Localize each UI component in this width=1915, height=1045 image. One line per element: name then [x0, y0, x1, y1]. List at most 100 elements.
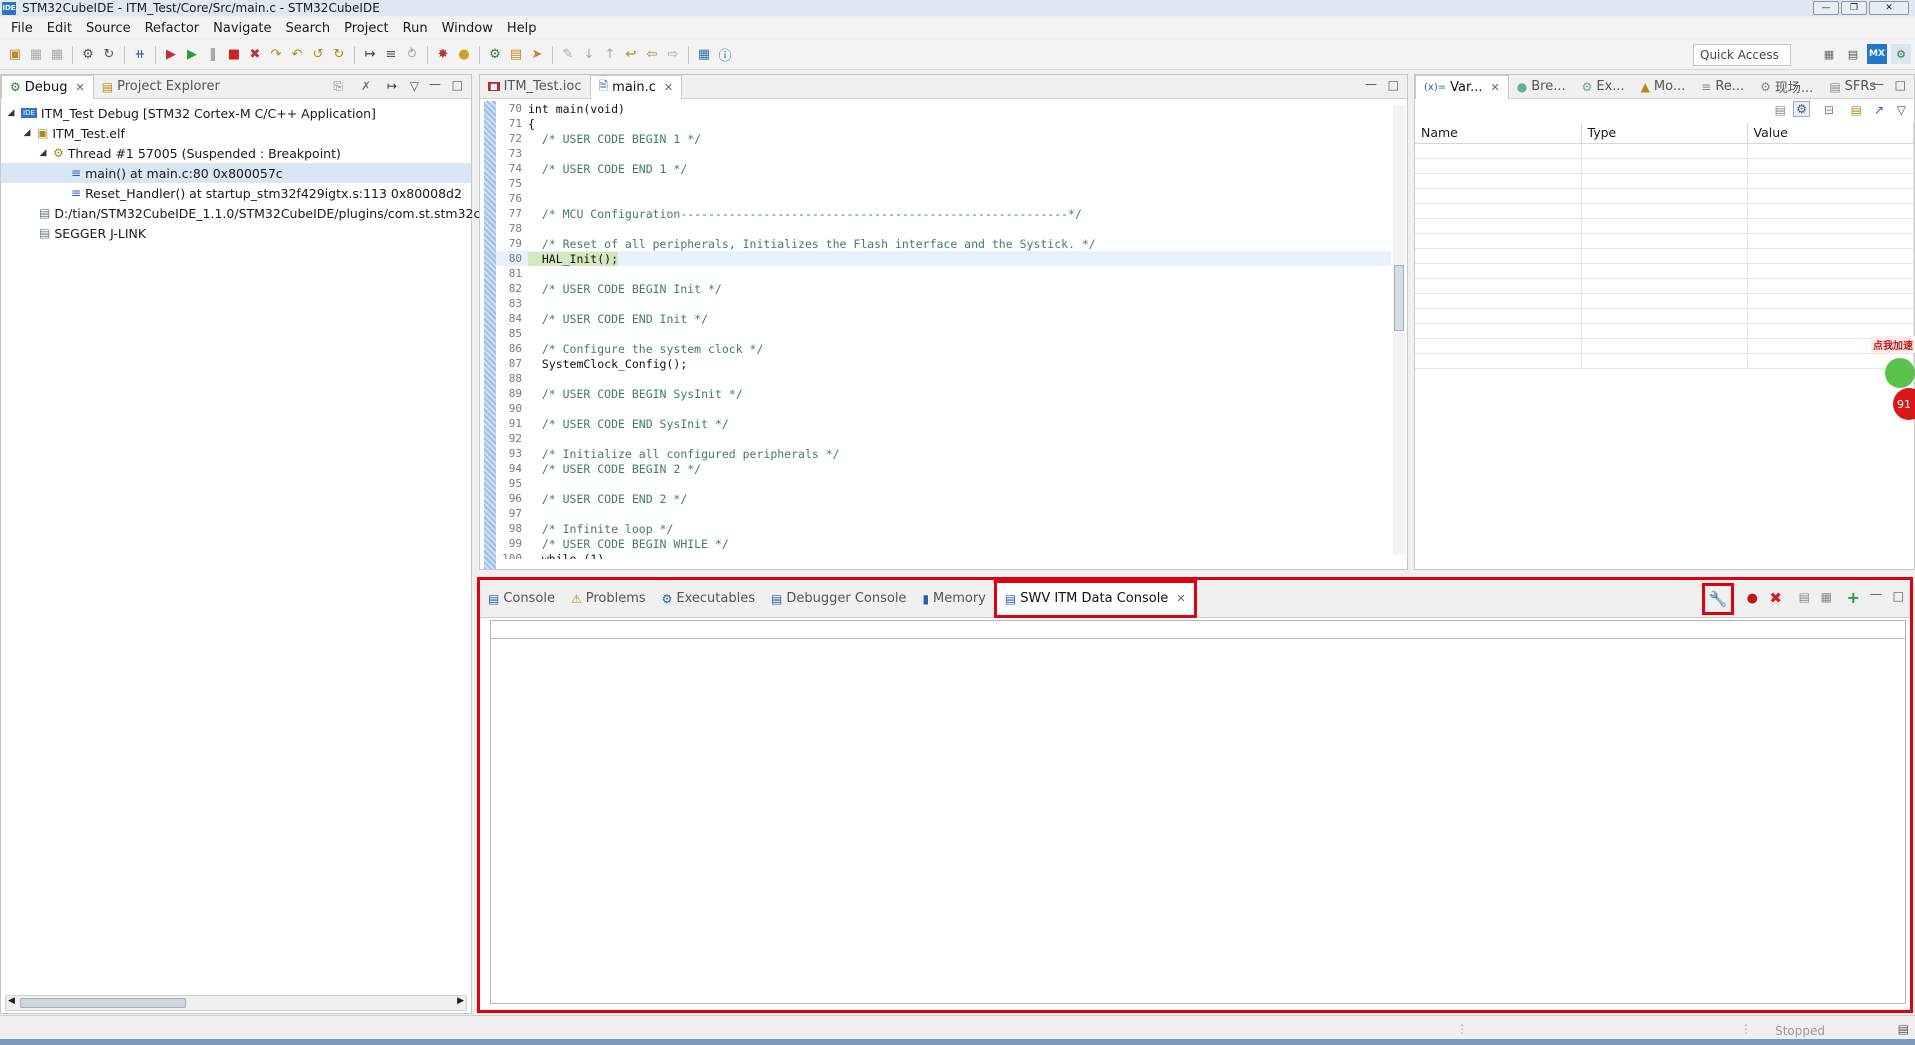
scrollbar-thumb[interactable]	[20, 998, 186, 1008]
menu-project[interactable]: Project	[337, 21, 395, 36]
reset-icon[interactable]: ▶	[162, 46, 180, 64]
open-perspective-icon[interactable]: ▦	[1819, 44, 1839, 64]
scroll-right-icon[interactable]: ▶	[457, 996, 464, 1006]
last-edit-icon[interactable]: ↩	[622, 46, 640, 64]
progress-icon[interactable]: ▤	[1898, 1022, 1909, 1036]
code-line[interactable]: 77 /* MCU Configuration-----------------…	[496, 206, 1391, 221]
new-watch-icon[interactable]: ↗	[1874, 103, 1884, 117]
table-row[interactable]	[1415, 323, 1914, 339]
maximize-button[interactable]: ❐	[1841, 1, 1867, 15]
table-row[interactable]	[1415, 293, 1914, 309]
menu-refactor[interactable]: Refactor	[138, 21, 207, 36]
save-all-icon[interactable]: ▦	[48, 46, 66, 64]
tree-item[interactable]: ◢ ⚙ Thread #1 57005 (Suspended : Breakpo…	[1, 143, 471, 163]
step-filter-icon[interactable]: ↦	[387, 79, 397, 93]
code-line[interactable]: 71 {	[496, 116, 1391, 131]
table-row[interactable]	[1415, 203, 1914, 219]
collapse-icon[interactable]: ◢	[21, 128, 33, 138]
add-port-icon[interactable]: +	[1847, 588, 1860, 607]
clear-console-icon[interactable]: ▤	[1799, 590, 1810, 604]
terminate-icon[interactable]: ■	[225, 46, 243, 64]
tab-breakpoints[interactable]: ● Bre...	[1509, 76, 1574, 98]
horizontal-scrollbar[interactable]: ◀ ▶	[5, 995, 467, 1011]
code-line[interactable]: 88	[496, 371, 1391, 386]
code-line[interactable]: 89 /* USER CODE BEGIN SysInit */	[496, 386, 1391, 401]
tree-item[interactable]: ◢ ▣ ITM_Test.elf	[1, 123, 471, 143]
restart-icon[interactable]: ⥁	[403, 46, 421, 64]
tree-item[interactable]: ◢ IDE ITM_Test Debug [STM32 Cortex-M C/C…	[1, 103, 471, 123]
open-folder-icon[interactable]: ▤	[507, 46, 525, 64]
code-line[interactable]: 96 /* USER CODE END 2 */	[496, 491, 1391, 506]
tab-registers[interactable]: ≡ Re...	[1693, 76, 1752, 98]
collapse-all-icon[interactable]: ⊟	[1824, 103, 1834, 117]
code-line[interactable]: 93 /* Initialize all configured peripher…	[496, 446, 1391, 461]
close-window-button[interactable]: ✕	[1869, 1, 1909, 15]
code-line[interactable]: 99 /* USER CODE BEGIN WHILE */	[496, 536, 1391, 551]
table-row[interactable]	[1415, 233, 1914, 249]
table-row[interactable]	[1415, 188, 1914, 204]
code-line[interactable]: 92	[496, 431, 1391, 446]
code-line[interactable]: 84 /* USER CODE END Init */	[496, 311, 1391, 326]
table-row[interactable]	[1415, 173, 1914, 189]
prev-annotation-icon[interactable]: ↑	[601, 46, 619, 64]
external-tools-icon[interactable]: ➤	[528, 46, 546, 64]
debug-config-icon[interactable]: ✸	[434, 46, 452, 64]
table-row[interactable]	[1415, 353, 1914, 369]
table-row[interactable]	[1415, 338, 1914, 354]
breakpoint-gutter[interactable]	[484, 101, 496, 569]
vertical-scrollbar[interactable]	[1393, 105, 1405, 555]
code-line[interactable]: 75	[496, 176, 1391, 191]
scroll-left-icon[interactable]: ◀	[8, 996, 15, 1006]
view-menu-icon[interactable]: ▽	[1897, 103, 1906, 117]
show-type-names-icon[interactable]: ▤	[1775, 103, 1786, 117]
run-icon[interactable]: ⚙	[486, 46, 504, 64]
tree-item[interactable]: ▤ D:/tian/STM32CubeIDE_1.1.0/STM32CubeID…	[1, 203, 504, 223]
maximize-view-icon[interactable]: □	[1895, 78, 1906, 92]
column-header-value[interactable]: Value	[1747, 123, 1914, 144]
code-line[interactable]: 72 /* USER CODE BEGIN 1 */	[496, 131, 1391, 146]
code-line[interactable]: 95	[496, 476, 1391, 491]
code-line[interactable]: 87 SystemClock_Config();	[496, 356, 1391, 371]
column-header-type[interactable]: Type	[1581, 123, 1748, 144]
table-row[interactable]	[1415, 263, 1914, 279]
open-console-icon[interactable]: ▦	[695, 46, 713, 64]
code-line[interactable]: 70 int main(void)	[496, 101, 1391, 116]
remove-all-icon[interactable]: ✗	[361, 79, 371, 93]
suspend-icon[interactable]: ❚	[204, 46, 222, 64]
new-icon[interactable]: ▣	[6, 46, 24, 64]
tree-item[interactable]: ≡ Reset_Handler() at startup_stm32f429ig…	[1, 183, 471, 203]
debug-perspective-icon[interactable]: ⚙	[1891, 44, 1911, 64]
build-icon[interactable]: ⚙	[79, 46, 97, 64]
drop-frame-icon[interactable]: ↻	[330, 46, 348, 64]
menu-run[interactable]: Run	[396, 21, 435, 36]
step-return-icon[interactable]: ↺	[309, 46, 327, 64]
code-line[interactable]: 79 /* Reset of all peripherals, Initiali…	[496, 236, 1391, 251]
step-over-icon[interactable]: ↶	[288, 46, 306, 64]
view-menu-icon[interactable]: ▽	[410, 79, 419, 93]
table-row[interactable]	[1415, 143, 1914, 159]
table-row[interactable]	[1415, 278, 1914, 294]
close-tab-icon[interactable]: ✕	[1176, 592, 1185, 605]
code-line[interactable]: 81	[496, 266, 1391, 281]
tree-item[interactable]: ▤ SEGGER J-LINK	[1, 223, 471, 243]
annotation-icon[interactable]: ✎	[559, 46, 577, 64]
code-line[interactable]: 100 while (1)	[496, 551, 1391, 560]
minimize-view-icon[interactable]: —	[1870, 587, 1882, 601]
collapse-icon[interactable]: ◢	[5, 108, 17, 118]
column-header-name[interactable]: Name	[1415, 123, 1582, 144]
info-icon[interactable]: ⓘ	[716, 46, 734, 64]
table-row[interactable]	[1415, 218, 1914, 234]
menu-source[interactable]: Source	[79, 21, 138, 36]
code-line[interactable]: 94 /* USER CODE BEGIN 2 */	[496, 461, 1391, 476]
cpp-perspective-icon[interactable]: ▤	[1843, 44, 1863, 64]
menu-file[interactable]: File	[4, 21, 40, 36]
bug-icon[interactable]: ●	[455, 46, 473, 64]
table-row[interactable]	[1415, 248, 1914, 264]
maximize-view-icon[interactable]: □	[452, 78, 463, 92]
save-icon[interactable]: ▦	[27, 46, 45, 64]
configure-trace-button[interactable]: 🔧	[1702, 583, 1734, 615]
start-trace-icon[interactable]: ●	[1747, 591, 1758, 606]
skip-breakpoints-icon[interactable]: ⧺	[131, 46, 149, 64]
remove-terminated-icon[interactable]: ⎘	[333, 79, 343, 94]
tab-modules[interactable]: ▲ Mo...	[1633, 76, 1694, 98]
